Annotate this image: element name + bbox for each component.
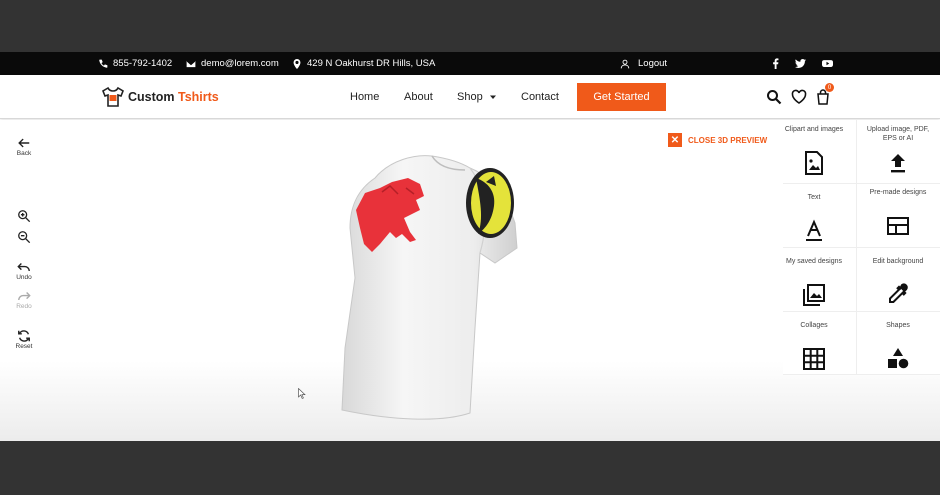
phone-number: 855-792-1402	[113, 58, 173, 69]
zoom-out-button[interactable]	[10, 230, 38, 244]
email-icon	[186, 60, 196, 67]
clipart-images-label: Clipart and images	[784, 126, 844, 133]
search-icon[interactable]	[766, 89, 782, 105]
main-navbar: Custom Tshirts Home About Shop Contact G…	[0, 75, 940, 119]
premade-designs-tool[interactable]: Pre-made designs	[862, 186, 934, 248]
nav-contact[interactable]: Contact	[521, 75, 559, 119]
premade-designs-label: Pre-made designs	[869, 189, 927, 196]
undo-button[interactable]: Undo	[10, 260, 38, 281]
upload-icon	[891, 154, 905, 173]
zoom-out-icon	[18, 231, 31, 244]
text-icon	[806, 219, 822, 241]
facebook-icon	[773, 58, 779, 69]
sleeve-emblem-graphic	[466, 168, 514, 238]
back-button[interactable]: Back	[10, 136, 38, 157]
close-3d-preview-button[interactable]: ✕ CLOSE 3D PREVIEW	[668, 133, 767, 147]
tshirt-logo-icon	[102, 86, 124, 107]
undo-icon	[17, 263, 30, 272]
upload-image-label: Upload image, PDF, EPS or AI	[866, 126, 930, 143]
collages-label: Collages	[800, 322, 828, 329]
tshirt-3d-preview[interactable]	[320, 148, 540, 428]
shapes-icon	[888, 348, 909, 369]
heart-icon[interactable]	[791, 89, 807, 105]
clipart-images-tool[interactable]: Clipart and images	[778, 123, 850, 185]
bottom-band	[0, 441, 940, 495]
reset-icon	[18, 330, 30, 342]
clipart-icon	[805, 151, 823, 175]
saved-designs-label: My saved designs	[785, 258, 843, 265]
phone-contact[interactable]: 855-792-1402	[98, 52, 172, 75]
nav-shop[interactable]: Shop	[457, 75, 497, 119]
caret-down-icon	[489, 95, 496, 99]
site-logo[interactable]: Custom Tshirts	[102, 85, 219, 109]
arrow-left-icon	[18, 138, 30, 148]
redo-button[interactable]: Redo	[10, 289, 38, 310]
redo-icon	[18, 292, 31, 301]
undo-label: Undo	[16, 274, 32, 281]
get-started-button[interactable]: Get Started	[577, 83, 666, 111]
design-workspace: Back Undo Redo Reset ✕ CLOSE 3D PREVIEW …	[0, 120, 940, 441]
close-icon: ✕	[668, 133, 682, 147]
address-contact: 429 N Oakhurst DR Hills, USA	[292, 52, 435, 75]
zoom-in-icon	[18, 210, 31, 223]
saved-designs-tool[interactable]: My saved designs	[778, 255, 850, 317]
cart-count-badge: 0	[825, 83, 834, 92]
user-icon	[620, 59, 630, 68]
close-3d-preview-label: CLOSE 3D PREVIEW	[688, 135, 768, 145]
logout-label: Logout	[638, 58, 668, 69]
edit-background-label: Edit background	[872, 258, 924, 265]
eyedropper-icon	[889, 283, 908, 303]
mouse-pointer-icon	[298, 388, 306, 399]
youtube-link[interactable]	[822, 52, 833, 75]
back-label: Back	[16, 150, 32, 157]
saved-designs-icon	[803, 284, 825, 306]
collages-tool[interactable]: Collages	[778, 319, 850, 381]
phone-icon	[99, 59, 108, 68]
nav-about[interactable]: About	[404, 75, 433, 119]
youtube-icon	[822, 60, 833, 67]
email-contact[interactable]: demo@lorem.com	[186, 52, 279, 75]
shapes-tool[interactable]: Shapes	[862, 319, 934, 381]
edit-background-tool[interactable]: Edit background	[862, 255, 934, 317]
nav-shop-label: Shop	[457, 91, 483, 103]
facebook-link[interactable]	[770, 52, 781, 75]
nav-home[interactable]: Home	[350, 75, 379, 119]
zoom-in-button[interactable]	[10, 209, 38, 223]
text-tool[interactable]: Text	[778, 191, 850, 253]
logout-link[interactable]: Logout	[620, 52, 667, 75]
reset-button[interactable]: Reset	[10, 329, 38, 350]
top-info-bar: 855-792-1402 demo@lorem.com 429 N Oakhur…	[0, 52, 940, 75]
address-text: 429 N Oakhurst DR Hills, USA	[307, 58, 436, 69]
collage-icon	[803, 348, 825, 370]
redo-label: Redo	[16, 303, 32, 310]
app-frame: 855-792-1402 demo@lorem.com 429 N Oakhur…	[0, 52, 940, 441]
location-pin-icon	[293, 58, 301, 69]
text-tool-label: Text	[807, 194, 821, 201]
twitter-link[interactable]	[795, 52, 806, 75]
twitter-icon	[795, 59, 806, 68]
premade-icon	[887, 217, 909, 235]
upload-image-tool[interactable]: Upload image, PDF, EPS or AI	[862, 123, 934, 185]
reset-label: Reset	[15, 343, 33, 350]
email-address: demo@lorem.com	[201, 58, 279, 69]
shapes-label: Shapes	[886, 322, 910, 329]
logo-text: Custom Tshirts	[128, 90, 219, 104]
